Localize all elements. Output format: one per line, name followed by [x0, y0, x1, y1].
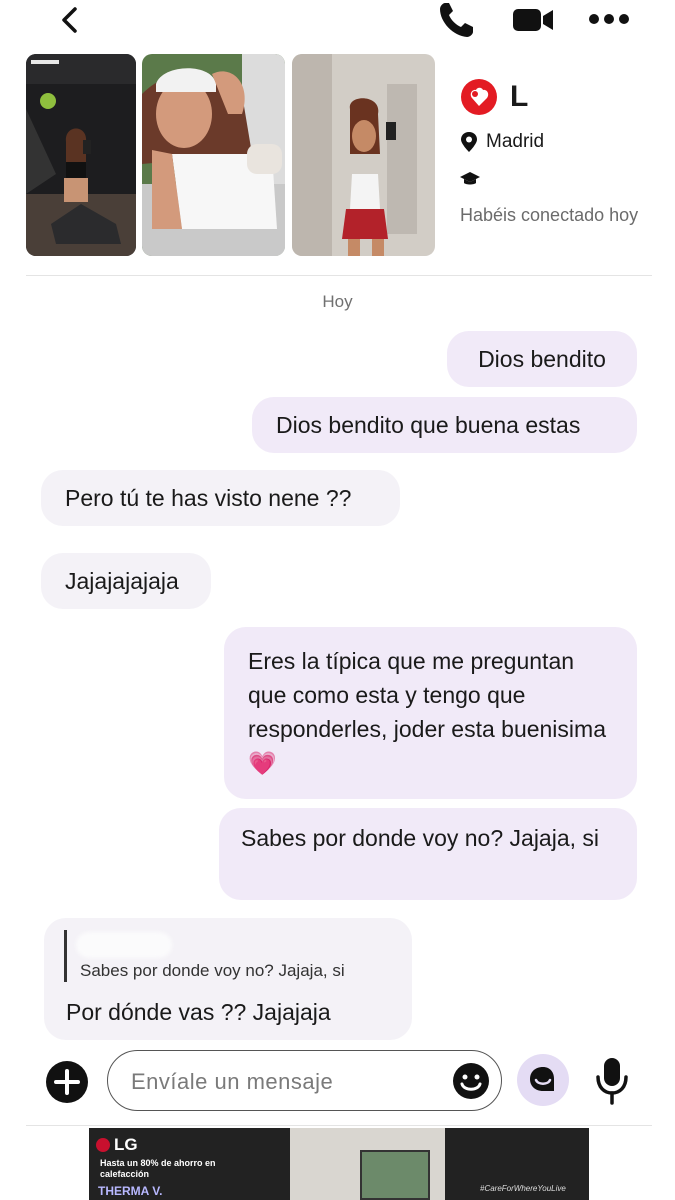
message-sent[interactable]: Eres la típica que me preguntan que como… [224, 627, 637, 799]
ad-product: THERMA V. [98, 1184, 163, 1198]
reply-indicator [64, 930, 67, 982]
profile-location: Madrid [486, 131, 545, 152]
ad-tagline: #CareForWhereYouLive [480, 1184, 566, 1193]
profile-photo-3[interactable] [292, 54, 435, 256]
reply-quoted-text: Sabes por donde voy no? Jajaja, si [80, 961, 345, 980]
divider [26, 1125, 652, 1126]
emoji-icon[interactable] [452, 1062, 490, 1100]
reply-author-redaction [76, 932, 172, 958]
chevron-left-icon[interactable] [55, 4, 87, 36]
more-dots-icon[interactable] [588, 8, 630, 30]
message-sent[interactable]: Dios bendito [447, 331, 637, 387]
profile-photo-1[interactable] [26, 54, 136, 256]
divider [26, 275, 652, 276]
profile-photo-2[interactable] [142, 54, 285, 256]
chat-bubble-icon[interactable] [517, 1054, 569, 1106]
ad-image-window [360, 1150, 430, 1200]
lg-logo-icon [96, 1138, 110, 1152]
reply-message-text: Por dónde vas ?? Jajajaja [66, 999, 331, 1025]
message-sent[interactable]: Sabes por donde voy no? Jajaja, si [219, 808, 637, 900]
message-received[interactable]: Jajajajajaja [41, 553, 211, 609]
connected-status: Habéis conectado hoy [460, 205, 639, 225]
plus-circle-icon[interactable] [45, 1060, 89, 1104]
top-bar [0, 0, 675, 44]
name-redaction [537, 78, 641, 118]
ad-copy: Hasta un 80% de ahorro en calefacción [100, 1158, 216, 1179]
profile-name: L [510, 80, 531, 113]
graduation-cap-icon [460, 172, 480, 185]
video-camera-icon[interactable] [512, 4, 554, 36]
message-input-placeholder[interactable]: Envíale un mensaje [131, 1069, 333, 1095]
profile-logo-icon [461, 79, 497, 115]
location-pin-icon [461, 132, 477, 152]
message-sent[interactable]: Dios bendito que buena estas [252, 397, 637, 453]
ad-brand: LG [114, 1135, 138, 1154]
phone-icon[interactable] [437, 0, 475, 40]
message-received[interactable]: Pero tú te has visto nene ?? [41, 470, 400, 526]
microphone-icon[interactable] [594, 1057, 630, 1105]
day-label: Hoy [322, 292, 353, 311]
